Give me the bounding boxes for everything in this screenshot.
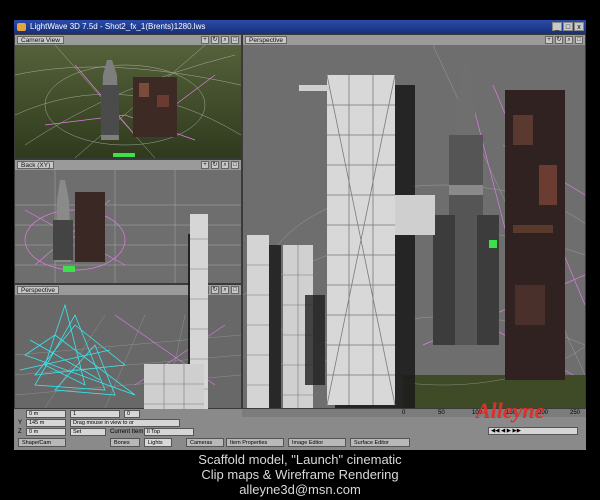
title-bar: LightWave 3D 7.5d - Shot2_fx_1(Brents)12… <box>14 20 586 34</box>
viewport-zoom-icon[interactable]: ⌕ <box>221 36 229 44</box>
viewport-zoom-icon[interactable]: ⌕ <box>565 36 573 44</box>
tab-item-properties[interactable]: Item Properties <box>226 438 284 447</box>
lightwave-logo-icon <box>17 23 26 31</box>
viewport-maximize-icon[interactable]: □ <box>231 286 239 294</box>
viewport-maximize-icon[interactable]: □ <box>231 36 239 44</box>
position-z-field[interactable]: 0 m <box>26 428 66 436</box>
surface-editor-button[interactable]: Surface Editor <box>350 438 410 447</box>
minimize-button[interactable]: _ <box>552 22 562 31</box>
viewport-move-icon[interactable]: + <box>545 36 553 44</box>
viewport-rotate-icon[interactable]: ↻ <box>555 36 563 44</box>
viewport-maximize-icon[interactable]: □ <box>575 36 583 44</box>
perspective-main-viewport[interactable]: Perspective + ↻ ⌕ □ <box>242 34 586 409</box>
timeline-tick: 0 <box>402 410 406 416</box>
tab-bones[interactable]: Bones <box>110 438 140 447</box>
status-message: Drag mouse in view to or <box>70 419 180 427</box>
grid-field[interactable]: 1 <box>70 410 120 418</box>
frame-field[interactable]: 0 <box>124 410 140 418</box>
position-x-field[interactable]: 0 m <box>26 410 66 418</box>
y-axis-label: Y <box>18 420 23 426</box>
timeline-tick: 50 <box>438 410 445 416</box>
maximize-button[interactable]: □ <box>563 22 573 31</box>
camera-viewport[interactable]: Camera View + ↻ ⌕ □ <box>14 34 242 159</box>
viewport-zoom-icon[interactable]: ⌕ <box>221 286 229 294</box>
viewport-move-icon[interactable]: + <box>201 161 209 169</box>
camera-viewport-canvas[interactable] <box>15 44 241 158</box>
tab-lights[interactable]: Lights <box>144 438 172 447</box>
current-item-label: Current Item <box>110 429 144 435</box>
back-view-axes: (XY) <box>37 162 51 169</box>
current-item-select[interactable]: Il Top <box>144 428 194 436</box>
back-view-dropdown[interactable]: Back (XY) <box>17 161 55 169</box>
camera-view-dropdown[interactable]: Camera View <box>17 36 64 44</box>
caption-line-1: Scaffold model, "Launch" cinematic <box>198 452 402 467</box>
playback-controls[interactable]: ◀◀ ◀ ▶ ▶▶ <box>488 427 578 435</box>
tab-shape-cam[interactable]: Shape/Cam <box>18 438 66 447</box>
timeline-tick: 250 <box>570 410 581 416</box>
tab-cameras[interactable]: Cameras <box>186 438 224 447</box>
window-title: LightWave 3D 7.5d - Shot2_fx_1(Brents)12… <box>30 22 206 31</box>
perspective-main-canvas[interactable] <box>243 44 585 408</box>
launch-pad-scene-graphic <box>243 44 585 408</box>
perspective-main-dropdown[interactable]: Perspective <box>245 36 287 44</box>
viewport-move-icon[interactable]: + <box>201 36 209 44</box>
viewport-rotate-icon[interactable]: ↻ <box>211 36 219 44</box>
perspective-small-dropdown[interactable]: Perspective <box>17 286 59 294</box>
lightwave-window: LightWave 3D 7.5d - Shot2_fx_1(Brents)12… <box>14 20 586 450</box>
position-y-field[interactable]: 145 m <box>26 419 66 427</box>
caption-line-2: Clip maps & Wireframe Rendering <box>201 467 399 482</box>
foreground-tower-graphic <box>144 214 208 434</box>
z-axis-label: Z <box>18 429 22 435</box>
camera-scene-graphic <box>15 44 241 158</box>
viewport-zoom-icon[interactable]: ⌕ <box>221 161 229 169</box>
alleyne-watermark: Alleyne <box>476 398 545 423</box>
caption-line-3: alleyne3d@msn.com <box>239 482 361 497</box>
back-view-label: Back <box>21 162 36 169</box>
set-button[interactable]: Set <box>70 428 106 436</box>
viewport-maximize-icon[interactable]: □ <box>231 161 239 169</box>
close-button[interactable]: x <box>574 22 584 31</box>
viewport-rotate-icon[interactable]: ↻ <box>211 161 219 169</box>
bottom-control-panel: 0 m 1 0 Y 145 m Drag mouse in view to or… <box>14 409 242 450</box>
image-editor-button[interactable]: Image Editor <box>288 438 346 447</box>
